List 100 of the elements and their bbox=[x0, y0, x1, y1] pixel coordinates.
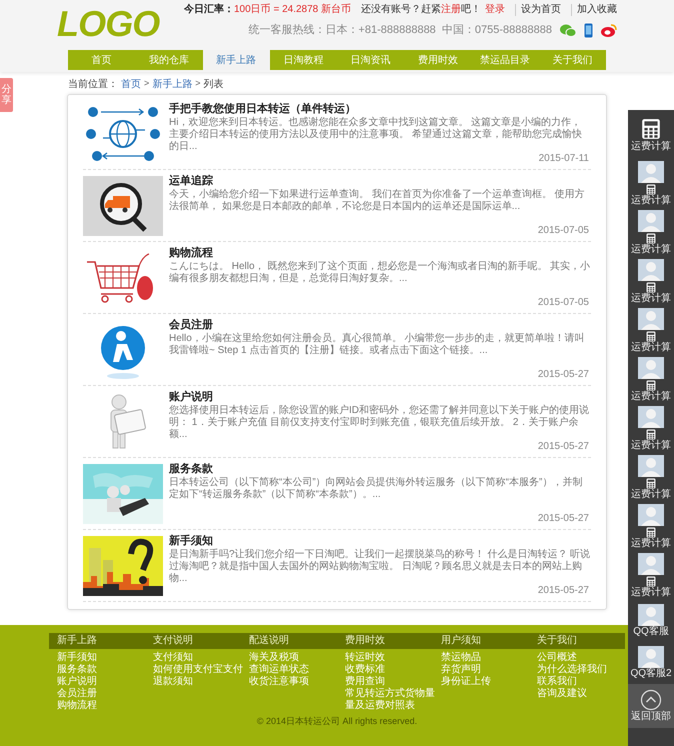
article-title[interactable]: 运单追踪 bbox=[169, 174, 213, 188]
breadcrumb-separator: > bbox=[195, 77, 201, 90]
sidebar-label[interactable]: 运费计算 bbox=[631, 292, 671, 304]
sidebar-label[interactable]: 运费计算 bbox=[631, 390, 671, 402]
footer-link[interactable]: 联系我们 bbox=[537, 676, 577, 688]
article-title[interactable]: 购物流程 bbox=[169, 246, 213, 260]
footer-link[interactable]: 咨询及建议 bbox=[537, 688, 587, 700]
footer-heading: 新手上路 bbox=[56, 634, 98, 648]
nav-tab[interactable]: 日淘教程 bbox=[270, 50, 337, 70]
sidebar-label[interactable]: 运费计算 bbox=[631, 538, 671, 550]
logo[interactable]: LOGO bbox=[57, 6, 160, 42]
calculator-icon bbox=[640, 116, 662, 140]
footer-link[interactable]: 会员注册 bbox=[57, 688, 97, 700]
footer-link[interactable]: 收费标准 bbox=[345, 664, 385, 676]
calculator-icon bbox=[644, 380, 658, 390]
article-summary: Hi，欢迎您来到日本转运。也感谢您能在众多文章中找到这篇文章。 这篇文章是小编的力作，主要介绍日本转运的使用方法以及使用中的注意事项。 希望通过这篇文章，能帮助您完成愉快的日... bbox=[169, 117, 583, 153]
sidebar-label[interactable]: 运费计算 bbox=[631, 440, 671, 452]
article-summary: Hello，小编在这里给您如何注册会员。真心很简单。 小编带您一步步的走，就更简单啦！请叫我雷锋啦~ Step 1 点击首页的【注册】链接。或者点击下面这个链接。... bbox=[169, 333, 586, 357]
footer-link[interactable]: 费用查询 bbox=[345, 676, 385, 688]
avatar-icon bbox=[638, 210, 664, 232]
register-link[interactable]: 注册 bbox=[441, 4, 461, 16]
footer-heading: 配送说明 bbox=[248, 634, 290, 648]
footer-link[interactable]: 公司概述 bbox=[537, 652, 577, 664]
article-summary: 是日淘新手吗?让我们您介绍一下日淘吧。让我们一起摆脱菜鸟的称号！ 什么是日淘转运？ 听说过海淘吧？就是指中国人去国外的网站购物淘宝啦。 日淘呢？顾名思义就是去日本的网站上购物... bbox=[169, 549, 591, 585]
calculator-icon bbox=[644, 184, 658, 194]
footer-heading: 费用时效 bbox=[344, 634, 386, 648]
footer-link[interactable]: 弃货声明 bbox=[441, 664, 481, 676]
article-date: 2015-05-27 bbox=[538, 513, 590, 525]
avatar-icon bbox=[638, 604, 664, 626]
calculator-icon bbox=[644, 282, 658, 292]
avatar-icon bbox=[638, 160, 664, 182]
breadcrumb-link[interactable]: 新手上路 bbox=[152, 76, 192, 92]
article-summary: こんにちは。 Hello， 既然您来到了这个页面，想必您是一个海淘或者日淘的新手呢。 其实，小编有很多朋友都想日淘，但是，总觉得日淘好复杂。... bbox=[169, 261, 591, 285]
prompt-end: 吧！ bbox=[461, 4, 481, 16]
nav-tab[interactable]: 首页 bbox=[68, 50, 136, 70]
set-home-link[interactable]: 设为首页 bbox=[515, 4, 561, 16]
avatar-icon bbox=[638, 504, 664, 526]
breadcrumb-link[interactable]: 首页 bbox=[121, 76, 141, 92]
footer-link[interactable]: 为什么选择我们 bbox=[537, 664, 607, 676]
article-title[interactable]: 服务条款 bbox=[169, 462, 213, 476]
footer-link[interactable]: 身份证上传 bbox=[441, 676, 491, 688]
avatar-icon bbox=[638, 454, 664, 476]
footer-heading: 支付说明 bbox=[152, 634, 194, 648]
avatar-icon bbox=[638, 552, 664, 574]
login-link[interactable]: 登录 bbox=[485, 4, 505, 16]
sidebar-label[interactable]: 运费计算 bbox=[631, 194, 671, 206]
share-tab[interactable]: 分享 bbox=[0, 78, 13, 112]
calculator-icon bbox=[644, 526, 658, 538]
sidebar-label[interactable]: QQ客服 bbox=[633, 626, 669, 638]
avatar-icon bbox=[638, 406, 664, 428]
article-summary: 今天，小编给您介绍一下如果进行运单查询。 我们在首页为你准备了一个运单查询框。 使用方法很简单， 如果您是日本邮政的邮单，不论您是日本国内的运单还是国际运单... bbox=[169, 189, 586, 213]
footer-heading: 关于我们 bbox=[536, 634, 578, 648]
eye-logo-icon[interactable] bbox=[601, 23, 617, 38]
footer-link[interactable]: 常见转运方式货物量 bbox=[345, 688, 435, 700]
exchange-rate-label: 今日汇率：100日币 = 24.2878 新台币 bbox=[184, 4, 351, 16]
footer-link[interactable]: 服务条款 bbox=[57, 664, 97, 676]
article-title[interactable]: 会员注册 bbox=[169, 318, 213, 332]
nav-tab[interactable]: 新手上路 bbox=[202, 50, 270, 70]
nav-tab[interactable]: 日淘资讯 bbox=[337, 50, 404, 70]
footer-link[interactable]: 收货注意事项 bbox=[249, 676, 309, 688]
article-summary: 您选择使用日本转运后，除您设置的账户ID和密码外，您还需了解并同意以下关于账户的使用说明： 1．关于账户充值 目前仅支持支付宝即时到账充值，银联充值后续开放。 2．关于账户余额... bbox=[169, 405, 590, 441]
sidebar-label[interactable]: 运费计算 bbox=[631, 586, 671, 598]
sidebar-label[interactable]: 运费计算 bbox=[631, 140, 671, 152]
sidebar-label[interactable]: 运费计算 bbox=[631, 342, 671, 354]
calculator-icon bbox=[644, 232, 658, 244]
footer-link[interactable]: 如何使用支付宝支付 bbox=[153, 664, 243, 676]
article-date: 2015-07-05 bbox=[538, 297, 590, 309]
nav-tab[interactable]: 关于我们 bbox=[538, 50, 606, 70]
breadcrumb-current: 列表 bbox=[204, 78, 224, 92]
footer-link[interactable]: 新手须知 bbox=[57, 652, 97, 664]
nav-tab[interactable]: 禁运品目录 bbox=[472, 50, 539, 70]
article-title[interactable]: 手把手教您使用日本转运（单件转运） bbox=[169, 102, 356, 116]
sidebar-label[interactable]: 运费计算 bbox=[631, 488, 671, 500]
footer-link[interactable]: 禁运物品 bbox=[441, 652, 481, 664]
footer-link[interactable]: 海关及税项 bbox=[249, 652, 299, 664]
article-date: 2015-05-27 bbox=[538, 441, 590, 453]
copyright-text: © 2014日本转运公司 All rights reserved. bbox=[256, 716, 418, 727]
calculator-icon bbox=[644, 478, 658, 488]
hotline-text: 统一客服热线：日本：+81-888888888 中国：0755-88888888 bbox=[248, 22, 552, 38]
account-prompt: 还没有账号？赶紧 bbox=[361, 4, 441, 16]
bookmark-link[interactable]: 加入收藏 bbox=[571, 4, 617, 16]
article-title[interactable]: 账户说明 bbox=[169, 390, 213, 404]
calculator-icon bbox=[644, 428, 658, 440]
footer-link[interactable]: 购物流程 bbox=[57, 700, 97, 712]
avatar-icon bbox=[638, 308, 664, 330]
calculator-icon bbox=[644, 576, 658, 586]
sidebar-label[interactable]: 运费计算 bbox=[631, 244, 671, 256]
nav-tab[interactable]: 我的仓库 bbox=[135, 50, 202, 70]
footer-link[interactable]: 转运时效 bbox=[345, 652, 385, 664]
footer-link[interactable]: 退款须知 bbox=[153, 676, 193, 688]
footer-link[interactable]: 支付须知 bbox=[153, 652, 193, 664]
calculator-icon bbox=[644, 330, 658, 342]
phone-icon[interactable] bbox=[584, 22, 593, 38]
nav-tab[interactable]: 费用时效 bbox=[404, 50, 472, 70]
article-date: 2015-07-05 bbox=[538, 225, 590, 237]
sidebar-label[interactable]: QQ客服2 bbox=[630, 668, 672, 680]
article-title[interactable]: 新手须知 bbox=[169, 534, 213, 548]
footer-link[interactable]: 量及运费对照表 bbox=[345, 700, 415, 712]
footer-link[interactable]: 查询运单状态 bbox=[249, 664, 309, 676]
footer-link[interactable]: 账户说明 bbox=[57, 676, 97, 688]
